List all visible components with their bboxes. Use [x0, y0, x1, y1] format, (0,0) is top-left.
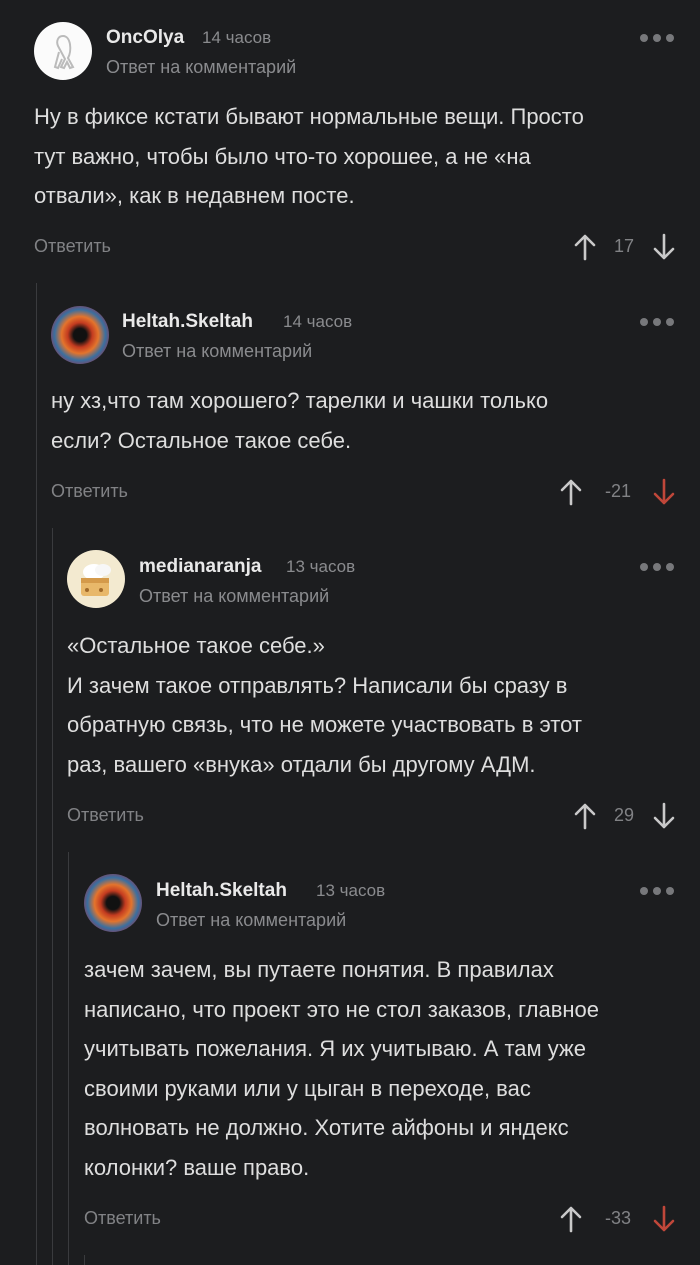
reply-button[interactable]: Ответить — [84, 1208, 161, 1229]
comment-text-line: отвали», как в недавнем посте. — [34, 183, 355, 208]
vote-score: -33 — [604, 1208, 631, 1228]
comment-text-line: зачем зачем, вы путаете понятия. В прави… — [84, 957, 554, 982]
more-dots-icon[interactable] — [640, 31, 680, 45]
ribbon-avatar-icon — [53, 34, 75, 70]
username[interactable]: OncOlya — [106, 27, 184, 49]
comment-time: 14 часов — [283, 312, 353, 331]
avatar[interactable] — [67, 550, 125, 608]
avatar[interactable] — [34, 22, 92, 80]
comment-text-line: И зачем такое отправлять? Написали бы ср… — [67, 672, 568, 698]
comment-time: 14 часов — [202, 28, 272, 47]
username[interactable]: Heltah.Skeltah — [122, 311, 253, 333]
thread-line — [84, 1255, 85, 1265]
reply-to-link[interactable]: Ответ на комментарий — [122, 341, 312, 362]
comment-text-line: колонки? ваше право. — [84, 1154, 310, 1180]
reply-button[interactable]: Ответить — [67, 805, 144, 826]
avatar[interactable] — [51, 306, 109, 364]
more-dots-icon[interactable] — [640, 884, 680, 898]
username[interactable]: Heltah.Skeltah — [156, 880, 287, 902]
comment-text-line: Ну в фиксе кстати бывают нормальные вещи… — [34, 104, 584, 129]
comment-text-line: если? Остальное такое себе. — [51, 427, 352, 453]
username[interactable]: medianaranja — [139, 556, 262, 578]
arrow-down-icon[interactable] — [652, 233, 676, 261]
vote-score: 29 — [613, 805, 635, 825]
comment-text-line: написано, что проект это не стол заказов… — [84, 996, 600, 1022]
arrow-down-icon[interactable] — [652, 802, 676, 830]
comment-text: «Остальное такое себе.» И зачем такое от… — [67, 626, 582, 784]
comment-text-line: своими руками или у цыган в переходе, ва… — [84, 1075, 531, 1101]
vote-score: -21 — [604, 481, 631, 501]
comment-time: 13 часов — [316, 881, 386, 900]
reply-button[interactable]: Ответить — [51, 481, 128, 502]
comment-time: 13 часов — [286, 557, 356, 576]
arrow-up-icon[interactable] — [559, 1205, 583, 1233]
reply-to-link[interactable]: Ответ на комментарий — [106, 57, 296, 78]
reply-to-link[interactable]: Ответ на комментарий — [156, 910, 346, 931]
comment-text: зачем зачем, вы путаете понятия. В прави… — [84, 950, 599, 1187]
comment-text: Ну в фиксе кстати бывают нормальные вещи… — [34, 97, 584, 216]
vote-score: 17 — [613, 236, 635, 256]
thread-line — [68, 852, 69, 1265]
comment-text-line: ну хз,что там хорошего? тарелки и чашки … — [51, 388, 549, 413]
arrow-down-icon[interactable] — [652, 478, 676, 506]
comment-text-line: «Остальное такое себе.» — [67, 633, 325, 658]
thread-line — [36, 283, 37, 1265]
comment-text-line: волновать не должно. Хотите айфоны и янд… — [84, 1115, 569, 1140]
reply-to-link[interactable]: Ответ на комментарий — [139, 586, 329, 607]
more-dots-icon[interactable] — [640, 560, 680, 574]
reply-button[interactable]: Ответить — [34, 236, 111, 257]
more-dots-icon[interactable] — [640, 315, 680, 329]
avatar[interactable] — [84, 874, 142, 932]
arrow-up-icon[interactable] — [573, 233, 597, 261]
comment-text-line: раз, вашего «внука» отдали бы другому АД… — [67, 751, 536, 777]
thread-line — [52, 528, 53, 1265]
comment-text-line: обратную связь, что не можете участвоват… — [67, 712, 582, 737]
arrow-up-icon[interactable] — [559, 478, 583, 506]
cake-avatar-icon — [81, 564, 111, 596]
arrow-up-icon[interactable] — [573, 802, 597, 830]
comment-text-line: тут важно, чтобы было что-то хорошее, а … — [34, 143, 531, 169]
comment-text: ну хз,что там хорошего? тарелки и чашки … — [51, 381, 548, 460]
arrow-down-icon[interactable] — [652, 1205, 676, 1233]
comment-text-line: учитывать пожелания. Я их учитываю. А та… — [84, 1036, 586, 1061]
